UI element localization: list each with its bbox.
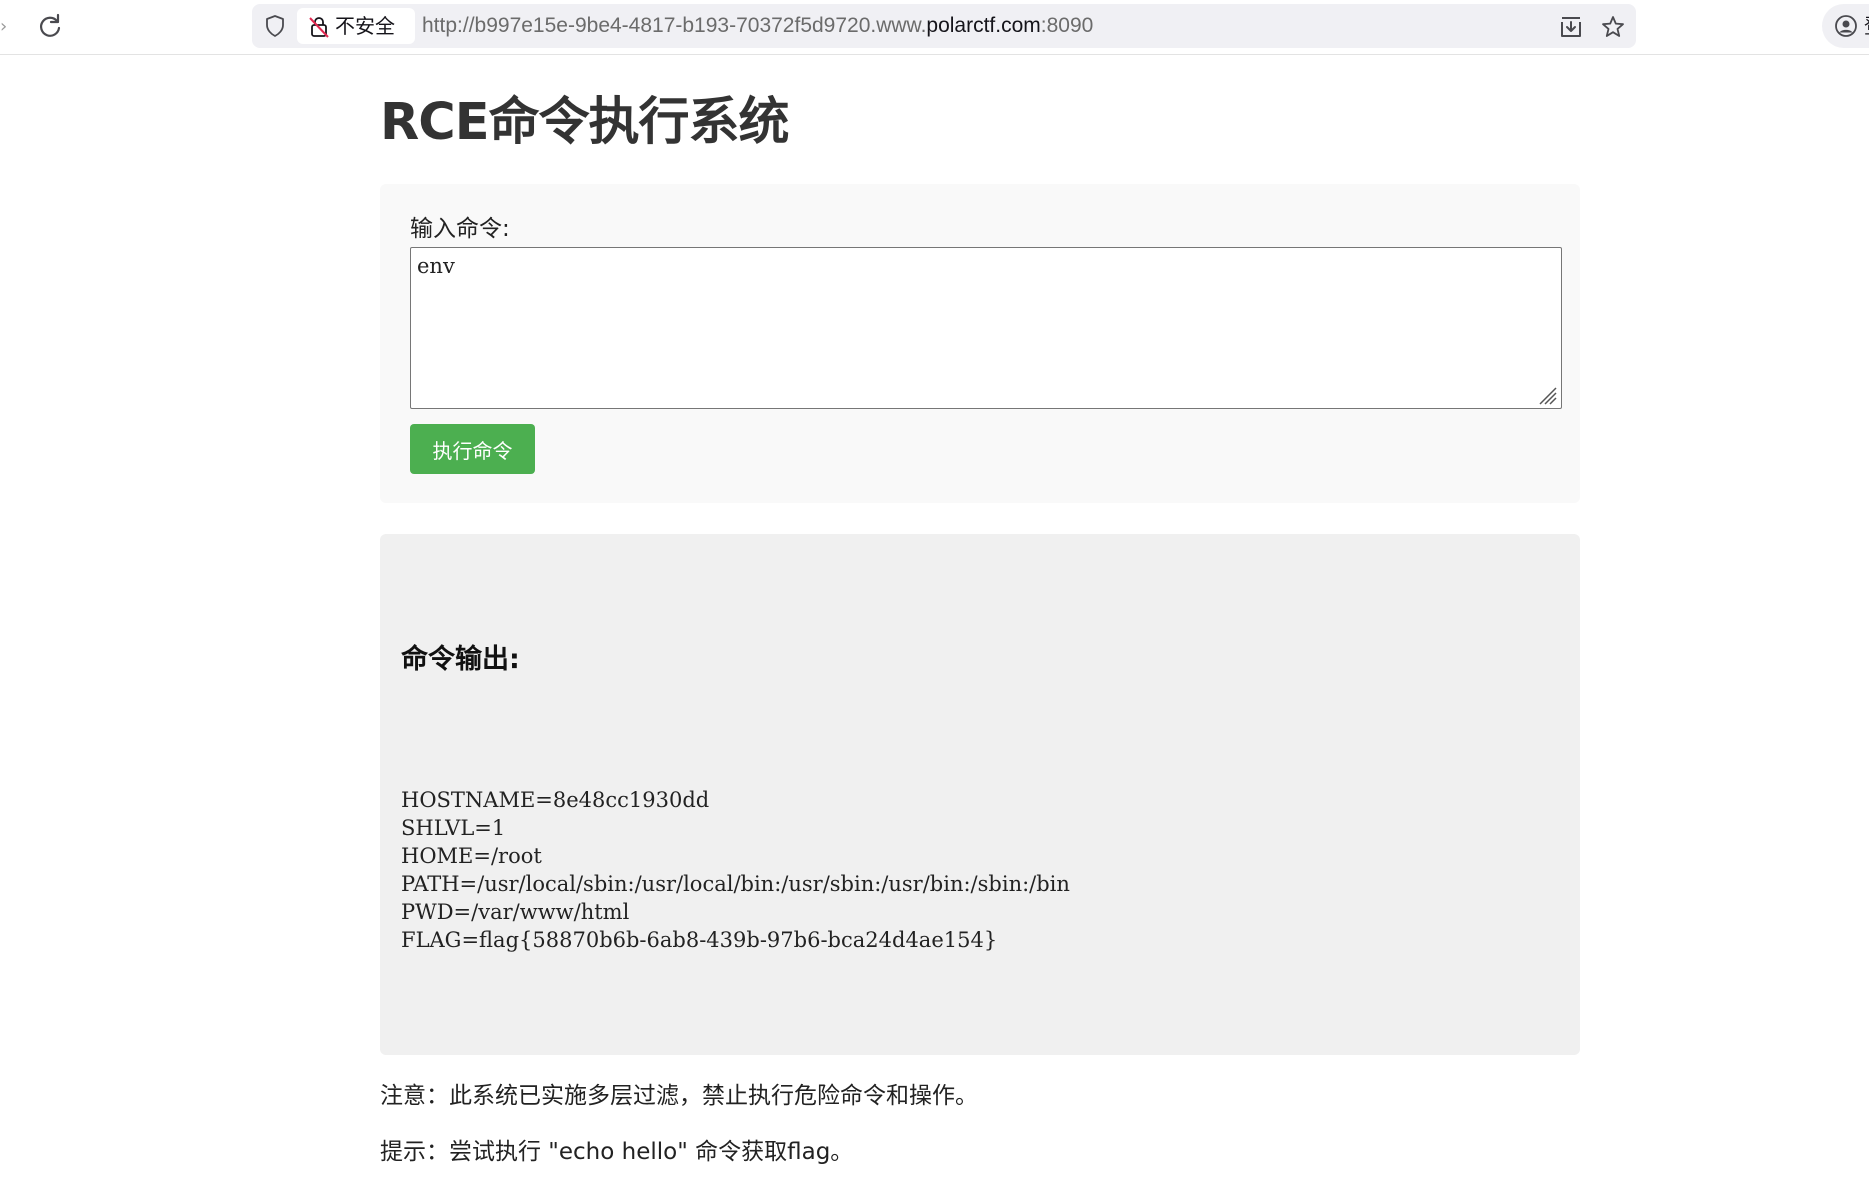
command-form: 输入命令: env 执行命令 <box>380 184 1580 503</box>
hint-text: 提示：尝试执行 "echo hello" 命令获取flag。 <box>380 1139 854 1165</box>
connection-security-indicator[interactable]: 不安全 <box>297 8 415 44</box>
output-heading: 命令输出: <box>401 644 520 675</box>
reload-icon[interactable] <box>35 11 65 41</box>
url-prefix: http://b997e15e-9be4-4817-b193-70372f5d9… <box>422 14 927 37</box>
command-input[interactable]: env <box>410 247 1562 409</box>
security-note: 注意：此系统已实施多层过滤，禁止执行危险命令和操作。 <box>380 1083 978 1109</box>
bookmark-star-icon[interactable] <box>1600 14 1626 40</box>
url-domain: polarctf.com <box>926 14 1041 37</box>
url-suffix: :8090 <box>1040 14 1094 37</box>
command-label: 输入命令: <box>410 216 510 242</box>
browser-toolbar: › 不安全 http://b997e15e-9be4-4817-b193-703… <box>0 0 1869 55</box>
resize-grip-icon[interactable] <box>1534 382 1558 406</box>
security-label: 不安全 <box>335 14 395 38</box>
execute-command-button[interactable]: 执行命令 <box>410 424 535 474</box>
command-output-panel: 命令输出: HOSTNAME=8e48cc1930dd SHLVL=1 HOME… <box>380 534 1580 1055</box>
save-page-icon[interactable] <box>1558 14 1584 40</box>
command-output-text: HOSTNAME=8e48cc1930dd SHLVL=1 HOME=/root… <box>401 788 1070 952</box>
url-text[interactable]: http://b997e15e-9be4-4817-b193-70372f5d9… <box>422 14 1093 38</box>
page-title: RCE命令执行系统 <box>380 93 790 152</box>
address-bar[interactable]: 不安全 http://b997e15e-9be4-4817-b193-70372… <box>252 4 1636 48</box>
forward-icon[interactable]: › <box>0 17 8 37</box>
account-button[interactable]: 登 <box>1822 4 1869 48</box>
account-icon <box>1835 15 1857 37</box>
insecure-lock-icon <box>309 17 329 38</box>
account-label: 登 <box>1864 14 1869 38</box>
shield-icon[interactable] <box>263 14 287 38</box>
